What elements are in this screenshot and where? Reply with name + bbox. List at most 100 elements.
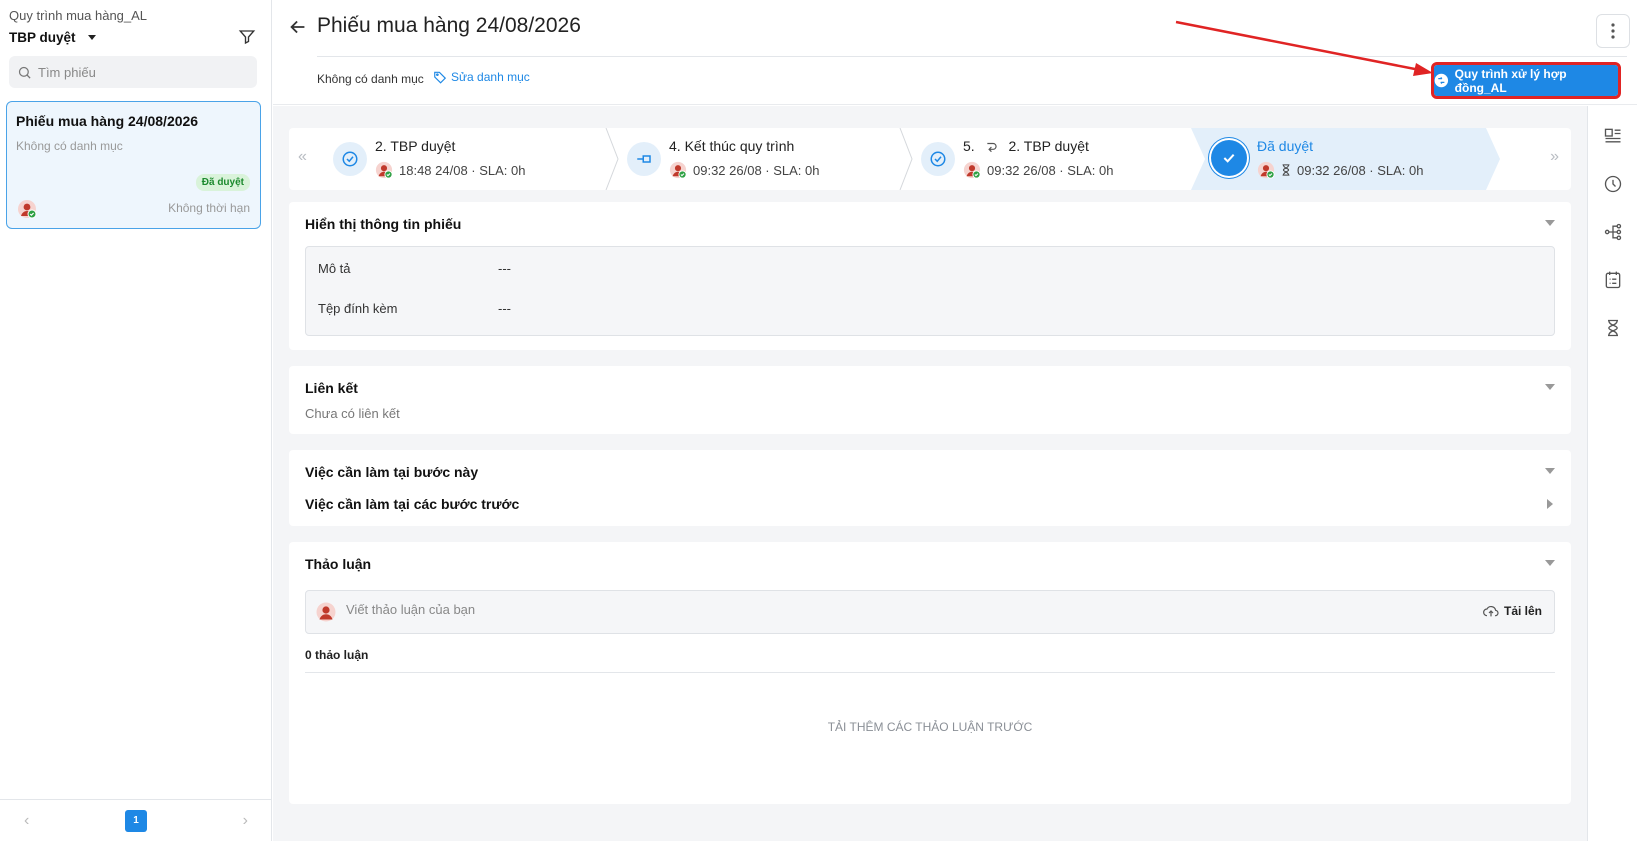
step-1[interactable]: 2. TBP duyệt 18:48 24/08 · SLA: 0h [325,128,605,190]
check-circle-icon [333,142,367,176]
discussion-input[interactable] [346,602,1246,617]
flow-icon[interactable] [1603,222,1623,242]
avatar [1257,161,1275,179]
collapse-icon[interactable] [1545,468,1555,474]
back-arrow-icon[interactable] [287,16,309,38]
step-title: 2. TBP duyệt [375,138,456,154]
filter-icon[interactable] [238,28,256,46]
checklist-icon[interactable] [1603,270,1623,290]
chevron-right-icon[interactable]: › [243,812,248,830]
avatar [669,161,687,179]
divider [305,672,1555,673]
page-title: Phiếu mua hàng 24/08/2026 [317,14,581,37]
step-4-active[interactable]: Đã duyệt 09:32 26/08 · SLA: 0h [1207,128,1487,190]
step-selector[interactable]: TBP duyệt [9,30,96,45]
header: Phiếu mua hàng 24/08/2026 Không có danh … [273,0,1637,105]
end-node-icon [627,142,661,176]
field-value: --- [498,301,511,316]
step-2[interactable]: 4. Kết thúc quy trình 09:32 26/08 · SLA:… [619,128,899,190]
stepper-next-icon[interactable]: » [1550,148,1559,166]
step-title: Đã duyệt [1257,138,1314,154]
step-separator [605,128,619,190]
step-meta: 09:32 26/08 · SLA: 0h [1257,161,1423,179]
field-label: Tệp đính kèm [318,301,398,316]
step-selector-label: TBP duyệt [9,30,76,45]
ticket-deadline: Không thời hạn [168,201,250,215]
tasks-section: Việc cần làm tại bước này Việc cần làm t… [289,450,1571,526]
collapse-icon[interactable] [1545,560,1555,566]
info-box: Mô tả --- Tệp đính kèm --- [305,246,1555,336]
step-title: 5. 2. TBP duyệt [963,138,1089,154]
ticket-title: Phiếu mua hàng 24/08/2026 [16,113,199,129]
discussion-input-box[interactable]: Tải lên [305,590,1555,634]
step-3[interactable]: 5. 2. TBP duyệt 09:32 26/08 · SLA: 0h [913,128,1193,190]
check-circle-icon [921,142,955,176]
stepper-prev-icon[interactable]: « [298,148,307,166]
process-button-label: Quy trình xử lý hợp đồng_AL [1454,66,1567,95]
discussion-count: 0 thảo luận [305,648,369,662]
step-meta-text: 09:32 26/08 · SLA: 0h [987,162,1114,178]
chevron-left-icon[interactable]: ‹ [24,812,29,830]
tasks-previous-title[interactable]: Việc cần làm tại các bước trước [305,496,519,512]
step-meta-text: 09:32 26/08 · SLA: 0h [1297,162,1424,178]
hourglass-icon[interactable] [1603,318,1623,338]
avatar [17,199,37,219]
section-title: Thảo luận [305,556,372,572]
field-label: Mô tả [318,261,351,276]
upload-button[interactable]: Tải lên [1483,604,1542,618]
avatar [375,161,393,179]
right-rail [1587,106,1637,841]
ticket-card[interactable]: Phiếu mua hàng 24/08/2026 Không có danh … [6,101,261,229]
check-icon [1211,140,1247,176]
collapse-icon[interactable] [1545,384,1555,390]
workflow-stepper: « 2. TBP duyệt 18:48 24/08 · SLA: 0h 4. … [289,128,1571,190]
step-separator [899,128,913,190]
collapse-icon[interactable] [1545,220,1555,226]
more-options-button[interactable] [1596,14,1630,48]
process-name: Quy trình mua hàng_AL [9,8,148,23]
section-title: Liên kết [305,380,358,396]
clock-icon[interactable] [1603,174,1623,194]
step-title-text: 2. TBP duyệt [1008,138,1089,154]
field-value: --- [498,261,511,276]
section-title: Hiển thị thông tin phiếu [305,216,462,232]
cloud-upload-icon [1483,605,1499,617]
step-meta-text: 09:32 26/08 · SLA: 0h [693,162,820,178]
edit-category-link[interactable]: Sửa danh mục [433,70,530,84]
detail-panel-icon[interactable] [1603,126,1623,146]
tag-icon [434,71,447,84]
main-content: « 2. TBP duyệt 18:48 24/08 · SLA: 0h 4. … [273,106,1587,841]
search-box[interactable] [9,56,257,88]
step-prefix: 5. [963,138,975,154]
step-meta: 09:32 26/08 · SLA: 0h [669,161,819,179]
header-divider [317,56,1627,57]
upload-label: Tải lên [1503,604,1542,618]
links-empty: Chưa có liên kết [305,406,400,421]
search-icon [18,66,31,79]
info-section: Hiển thị thông tin phiếu Mô tả --- Tệp đ… [289,202,1571,350]
category-label: Không có danh mục [317,72,424,86]
discussion-section: Thảo luận Tải lên 0 thảo luận TẢI THÊM C… [289,542,1571,804]
edit-category-label: Sửa danh mục [451,70,530,84]
status-badge: Đã duyệt [195,174,250,191]
sidebar: Quy trình mua hàng_AL TBP duyệt Phiếu mu… [0,0,272,841]
step-title: 4. Kết thúc quy trình [669,138,795,154]
search-input[interactable] [38,64,238,80]
loop-back-icon [986,143,997,153]
expand-icon[interactable] [1547,499,1553,509]
kebab-icon [1611,23,1615,39]
process-button[interactable]: Quy trình xử lý hợp đồng_AL [1431,62,1621,99]
step-meta: 18:48 24/08 · SLA: 0h [375,161,525,179]
links-section: Liên kết Chưa có liên kết [289,366,1571,434]
tasks-current-title[interactable]: Việc cần làm tại bước này [305,464,478,480]
page-number[interactable]: 1 [125,809,147,832]
ticket-category: Không có danh mục [16,139,123,153]
avatar [963,161,981,179]
load-more-button[interactable]: TẢI THÊM CÁC THẢO LUẬN TRƯỚC [289,720,1571,734]
process-icon [1434,73,1449,88]
step-meta: 09:32 26/08 · SLA: 0h [963,161,1113,179]
pagination: ‹ 1 › [0,799,272,841]
hourglass-icon [1282,164,1290,176]
step-meta-text: 18:48 24/08 · SLA: 0h [399,162,526,178]
avatar [316,602,336,622]
